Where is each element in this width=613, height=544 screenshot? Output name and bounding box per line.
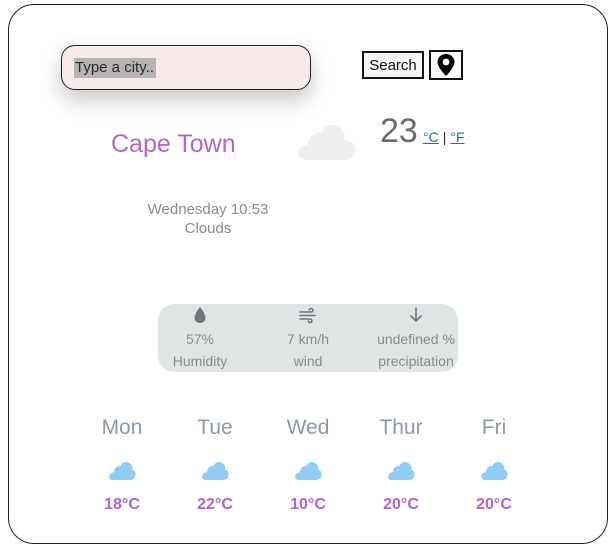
wind-value: 7 km/h: [286, 331, 329, 347]
location-button[interactable]: [429, 50, 463, 80]
forecast-day-name: Tue: [197, 416, 233, 439]
forecast-day: Tue 22°C: [175, 416, 255, 514]
cloud-icon: [388, 461, 415, 480]
forecast-day-name: Wed: [286, 416, 330, 439]
city-search-input[interactable]: [61, 45, 311, 90]
forecast-temp: 20°C: [383, 496, 419, 513]
forecast-temp: 10°C: [290, 496, 326, 513]
humidity-stat: 57% Humidity: [158, 304, 242, 372]
celsius-link[interactable]: °C: [423, 129, 439, 145]
unit-toggle: °C | °F: [423, 129, 465, 145]
arrow-down-icon: [410, 307, 422, 322]
map-pin-icon: [437, 54, 455, 76]
wind-stat: 7 km/h wind: [262, 304, 354, 372]
current-details: Wednesday 10:53 Clouds: [128, 200, 288, 238]
search-button[interactable]: Search: [362, 51, 424, 79]
cloud-icon: [481, 461, 508, 480]
unit-separator: |: [442, 129, 447, 145]
humidity-label: Humidity: [172, 353, 228, 369]
cloud-icon: [202, 461, 229, 480]
day-time: Wednesday 10:53: [147, 201, 269, 218]
precipitation-stat: undefined % precipitation: [370, 304, 462, 372]
cloud-icon: [298, 124, 356, 160]
forecast-day-name: Fri: [481, 416, 507, 439]
forecast-temp: 20°C: [476, 496, 512, 513]
weather-condition: Clouds: [184, 220, 232, 237]
precipitation-value: undefined %: [377, 331, 455, 347]
forecast-day-name: Mon: [101, 416, 143, 439]
city-name: Cape Town: [111, 130, 236, 158]
forecast-day: Fri 20°C: [454, 416, 534, 514]
cloud-icon: [109, 461, 136, 480]
wind-label: wind: [293, 353, 323, 369]
humidity-value: 57%: [185, 331, 215, 347]
wind-icon: [299, 307, 316, 324]
cloud-icon: [295, 461, 322, 480]
forecast-temp: 22°C: [197, 496, 233, 513]
forecast-day: Mon 18°C: [82, 416, 162, 514]
forecast-day-name: Thur: [379, 416, 423, 439]
weather-stats-panel: 57% Humidity 7 km/h wind undefined % pre…: [158, 304, 458, 372]
precipitation-label: precipitation: [378, 353, 454, 369]
forecast-temp: 18°C: [104, 496, 140, 513]
current-weather-icon: [296, 120, 358, 167]
droplet-icon: [194, 307, 206, 323]
current-temperature: 23: [380, 112, 418, 150]
forecast-day: Thur 20°C: [361, 416, 441, 514]
fahrenheit-link[interactable]: °F: [450, 129, 464, 145]
forecast-day: Wed 10°C: [268, 416, 348, 514]
